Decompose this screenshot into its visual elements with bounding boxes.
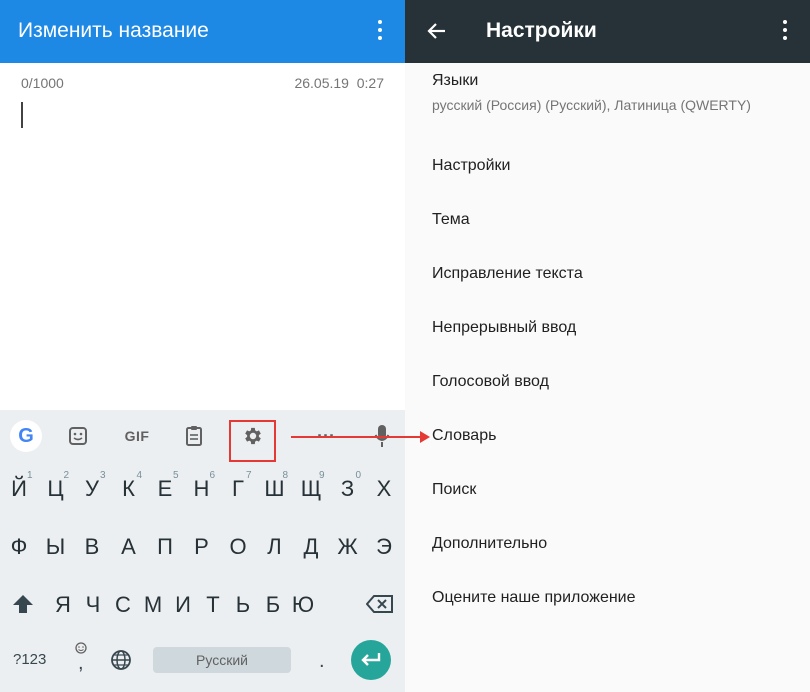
backspace-icon — [365, 595, 393, 613]
key-hint: 4 — [136, 470, 143, 481]
settings-item-languages[interactable]: Языки — [432, 72, 478, 90]
key-row-1: Й1Ц2У3К4Е5Н6Г7Ш8Щ9З0Х — [0, 462, 405, 518]
key-hint: 7 — [246, 470, 252, 481]
key-hint: 1 — [27, 470, 33, 481]
key[interactable]: Х — [368, 476, 400, 502]
note-time: 0:27 — [356, 75, 384, 91]
comma-label: , — [78, 652, 84, 674]
key[interactable]: М — [137, 592, 169, 618]
back-button[interactable] — [427, 20, 447, 42]
keyboard: G GIF Й 1 Ц 2 У 3 К 4 Е 5 Н 6 Г 7 Ш 8 Щ … — [0, 410, 405, 692]
emoji-comma-key[interactable]: , — [72, 642, 90, 676]
settings-app-bar: Настройки — [405, 0, 810, 63]
key[interactable]: Э — [368, 534, 400, 560]
key[interactable]: Ь — [227, 592, 259, 618]
key[interactable]: Т — [197, 592, 229, 618]
key[interactable]: Б — [257, 592, 289, 618]
key-hint: 8 — [282, 470, 289, 481]
key[interactable]: Я — [47, 592, 79, 618]
more-vert-icon[interactable] — [378, 20, 382, 42]
settings-item[interactable]: Оцените наше приложение — [432, 589, 636, 607]
app-bar-title: Изменить название — [18, 19, 209, 42]
shift-icon — [13, 595, 33, 613]
symbols-key[interactable]: ?123 — [13, 651, 46, 668]
settings-pane: Настройки Языки русский (Россия) (Русски… — [405, 0, 810, 692]
key-row-2: ФЫВАПРОЛДЖЭ — [0, 520, 405, 576]
languages-summary: русский (Россия) (Русский), Латиница (QW… — [432, 97, 751, 113]
key-hint: 2 — [63, 470, 70, 481]
key-hint: 9 — [319, 470, 325, 481]
key[interactable]: О — [222, 534, 254, 560]
key[interactable]: А — [113, 534, 145, 560]
annotation-arrow-head — [420, 431, 430, 443]
google-icon: G — [10, 420, 42, 452]
key[interactable]: И — [167, 592, 199, 618]
enter-key[interactable] — [351, 640, 391, 680]
settings-item[interactable]: Настройки — [432, 157, 510, 175]
key[interactable]: Д — [295, 534, 327, 560]
gif-label: GIF — [124, 428, 150, 444]
sticker-icon — [69, 427, 87, 445]
clipboard-icon — [186, 426, 202, 446]
settings-item[interactable]: Словарь — [432, 427, 496, 445]
key[interactable]: Р — [186, 534, 218, 560]
settings-item[interactable]: Непрерывный ввод — [432, 319, 576, 337]
globe-icon — [111, 650, 131, 670]
settings-title: Настройки — [486, 19, 597, 42]
key[interactable]: Ы — [40, 534, 72, 560]
space-key[interactable]: Русский — [153, 647, 291, 673]
settings-item[interactable]: Голосовой ввод — [432, 373, 549, 391]
shift-key[interactable] — [12, 593, 34, 620]
note-datetime: 26.05.19 0:27 — [294, 75, 384, 91]
period-key[interactable]: . — [319, 650, 325, 673]
note-editor-pane: Изменить название 0/1000 26.05.19 0:27 G… — [0, 0, 405, 692]
key-row-3: ЯЧСМИТЬБЮ — [0, 578, 405, 634]
settings-item[interactable]: Дополнительно — [432, 535, 547, 553]
key[interactable]: Ж — [332, 534, 364, 560]
key-hint: 6 — [209, 470, 216, 481]
settings-highlight-box — [229, 420, 276, 462]
more-vert-icon[interactable] — [783, 20, 787, 42]
back-arrow-icon — [427, 23, 445, 39]
key[interactable]: П — [149, 534, 181, 560]
key[interactable]: Ф — [3, 534, 35, 560]
key[interactable]: Ч — [77, 592, 109, 618]
enter-icon — [361, 653, 381, 666]
key[interactable]: Ю — [287, 592, 319, 618]
key-hint: 0 — [355, 470, 362, 481]
key[interactable]: Л — [259, 534, 291, 560]
gif-button[interactable]: GIF — [119, 420, 155, 452]
note-date: 26.05.19 — [294, 75, 349, 91]
key-hint: 5 — [173, 470, 179, 481]
language-switch-key[interactable] — [110, 649, 132, 676]
backspace-key[interactable] — [365, 595, 394, 618]
text-cursor[interactable] — [21, 102, 23, 128]
settings-item[interactable]: Исправление текста — [432, 265, 583, 283]
sticker-button[interactable] — [62, 420, 94, 452]
key-hint: 3 — [100, 470, 106, 481]
app-bar: Изменить название — [0, 0, 405, 63]
settings-item[interactable]: Поиск — [432, 481, 476, 499]
google-button[interactable]: G — [10, 420, 42, 452]
key[interactable]: В — [76, 534, 108, 560]
settings-item[interactable]: Тема — [432, 211, 470, 229]
clipboard-button[interactable] — [178, 420, 210, 452]
key[interactable]: С — [107, 592, 139, 618]
character-counter: 0/1000 — [21, 75, 64, 91]
annotation-arrow-line — [291, 436, 421, 438]
